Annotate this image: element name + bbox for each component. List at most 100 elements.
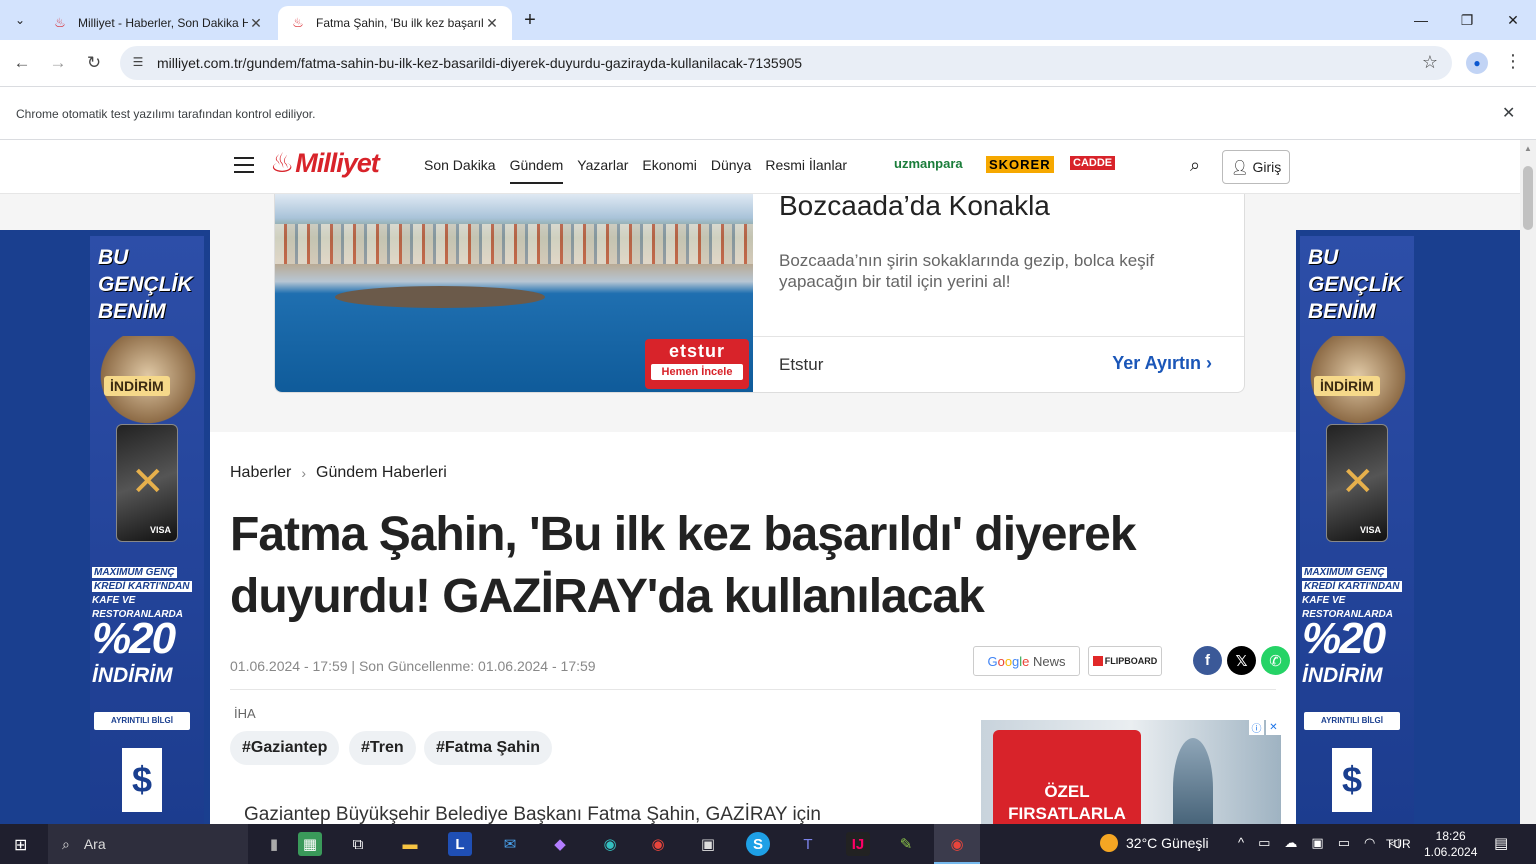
chrome-icon[interactable]: ◉ xyxy=(646,832,670,856)
breadcrumb-haberler[interactable]: Haberler xyxy=(230,464,291,482)
banner-percent: %20 xyxy=(1302,614,1386,663)
notification-icon[interactable]: ▤ xyxy=(1494,834,1508,852)
teams-icon[interactable]: T xyxy=(796,832,820,856)
banner-percent-label: İNDİRİM xyxy=(92,664,173,687)
skype-icon[interactable]: S xyxy=(746,832,770,856)
nav-son-dakika[interactable]: Son Dakika xyxy=(424,157,496,184)
whatsapp-share-icon[interactable]: ✆ xyxy=(1261,646,1290,675)
edge-icon[interactable]: ◉ xyxy=(598,832,622,856)
forward-icon[interactable]: → xyxy=(45,50,71,76)
minimize-icon[interactable]: — xyxy=(1398,0,1444,40)
nav-dunya[interactable]: Dünya xyxy=(711,157,751,184)
copilot-icon[interactable]: ◆ xyxy=(548,832,572,856)
banner-detail-button[interactable]: AYRINTILI BİLGİ xyxy=(1304,712,1400,730)
search-icon: ⌕ xyxy=(62,835,70,852)
chevron-up-icon[interactable]: ^ xyxy=(1238,835,1244,851)
ad-title[interactable]: Bozcaada’da Konakla xyxy=(779,194,1050,222)
onedrive-icon[interactable]: ☁ xyxy=(1284,835,1297,851)
scrollbar-thumb[interactable] xyxy=(1523,166,1533,230)
etstur-badge[interactable]: etstur Hemen İncele xyxy=(645,339,749,389)
adchoices[interactable]: ⓘ ✕ xyxy=(1249,720,1281,735)
page-scrollbar[interactable]: ▲ xyxy=(1520,140,1536,824)
google-news-button[interactable]: Google News xyxy=(973,646,1080,676)
mail-icon[interactable]: ✉ xyxy=(498,832,522,856)
restore-icon[interactable]: ❐ xyxy=(1444,0,1490,40)
banner-creative[interactable]: BU GENÇLİK BENİM İNDİRİM ✕ VISA MAXIMUM … xyxy=(90,236,204,824)
jetbrains-icon[interactable]: IJ xyxy=(846,832,870,856)
milliyet-logo[interactable]: ♨Milliyet xyxy=(270,148,380,179)
battery-icon[interactable]: ▭ xyxy=(1338,835,1350,851)
milliyet-favicon-icon: ♨ xyxy=(54,15,66,30)
facebook-share-icon[interactable]: f xyxy=(1193,646,1222,675)
article-date: 01.06.2024 - 17:59 | Son Güncellenme: 01… xyxy=(230,658,596,674)
x-share-icon[interactable]: 𝕏 xyxy=(1227,646,1256,675)
scroll-up-icon[interactable]: ▲ xyxy=(1524,144,1532,153)
uzmanpara-link[interactable]: uzmanpara xyxy=(894,156,963,171)
taskbar-search[interactable]: ⌕ Ara xyxy=(48,824,248,864)
flipboard-button[interactable]: FLIPBOARD xyxy=(1088,646,1162,676)
isbank-logo: $ xyxy=(122,748,162,812)
map-icon[interactable]: ▦ xyxy=(298,832,322,856)
wifi-icon[interactable]: ◠ xyxy=(1364,835,1375,851)
display-icon[interactable]: ▣ xyxy=(1311,835,1323,851)
bookmark-star-icon[interactable]: ☆ xyxy=(1422,52,1438,73)
nav-yazarlar[interactable]: Yazarlar xyxy=(577,157,628,184)
banner-detail-button[interactable]: AYRINTILI BİLGİ xyxy=(94,712,190,730)
tab-search-button[interactable]: ⌄ xyxy=(8,8,32,32)
image-editor-icon[interactable]: ✎ xyxy=(894,832,918,856)
etstur-logo: etstur xyxy=(668,341,725,361)
sidebar-display-ad[interactable]: ÖZEL FIRSATLARLA ⓘ ✕ xyxy=(981,720,1281,824)
tab-article[interactable]: ♨ Fatma Şahin, 'Bu ilk kez başarıldı' di… xyxy=(278,6,512,40)
search-icon[interactable]: ⌕ xyxy=(1190,155,1200,176)
tag-fatma-sahin[interactable]: #Fatma Şahin xyxy=(424,731,553,765)
luggage-icon[interactable]: ▮ xyxy=(262,832,286,856)
right-side-banner-ad[interactable]: BU GENÇLİK BENİM İNDİRİM ✕ VISA MAXIMUM … xyxy=(1296,230,1520,824)
tab-close-icon[interactable]: ✕ xyxy=(484,15,500,32)
reload-icon[interactable]: ↻ xyxy=(81,50,107,76)
windows-start-icon[interactable]: ⊞ xyxy=(14,835,27,855)
menu-kebab-icon[interactable]: ⋮ xyxy=(1504,51,1522,72)
flame-tower-image xyxy=(1173,738,1213,824)
left-side-banner-ad[interactable]: BU GENÇLİK BENİM İNDİRİM ✕ VISA MAXIMUM … xyxy=(0,230,210,824)
infobar-close-icon[interactable]: ✕ xyxy=(1502,103,1515,123)
meet-icon[interactable]: ▭ xyxy=(1258,835,1270,851)
banner-headline: BU GENÇLİK BENİM xyxy=(1308,246,1403,323)
site-info-icon[interactable]: ☰ xyxy=(130,55,146,71)
hamburger-menu-icon[interactable] xyxy=(234,157,254,173)
divider xyxy=(230,689,1276,690)
tag-tren[interactable]: #Tren xyxy=(349,731,416,765)
chrome-active-icon[interactable]: ◉ xyxy=(945,832,969,856)
nav-gundem[interactable]: Gündem xyxy=(509,157,564,184)
address-bar[interactable]: ☰ milliyet.com.tr/gundem/fatma-sahin-bu-… xyxy=(120,46,1452,80)
cadde-link[interactable]: CADDE xyxy=(1070,156,1116,170)
tag-gaziantep[interactable]: #Gaziantep xyxy=(230,731,340,765)
top-display-ad[interactable]: etstur Hemen İncele Bozcaada’da Konakla … xyxy=(274,194,1245,393)
bozcaada-photo: etstur Hemen İncele xyxy=(275,194,753,392)
ad-cta-button[interactable]: Yer Ayırtın › xyxy=(1112,353,1212,374)
nav-ekonomi[interactable]: Ekonomi xyxy=(642,157,696,184)
article-headline: Fatma Şahin, 'Bu ilk kez başarıldı' diye… xyxy=(230,508,1137,623)
flame-icon: ♨ xyxy=(270,148,294,178)
back-icon[interactable]: ← xyxy=(9,50,35,76)
language-indicator[interactable]: TUR xyxy=(1386,837,1411,851)
clock[interactable]: 18:26 1.06.2024 xyxy=(1424,828,1477,860)
store-icon[interactable]: ▣ xyxy=(696,832,720,856)
breadcrumb-gundem[interactable]: Gündem Haberleri xyxy=(316,464,447,482)
window-close-icon[interactable]: ✕ xyxy=(1490,0,1536,40)
new-tab-button[interactable]: + xyxy=(518,9,542,33)
l-app-icon[interactable]: L xyxy=(448,832,472,856)
task-view-icon[interactable]: ⧉ xyxy=(346,832,370,856)
profile-avatar-icon[interactable]: ● xyxy=(1466,52,1488,74)
weather-widget[interactable]: 32°C Güneşli xyxy=(1100,834,1209,852)
file-explorer-icon[interactable]: ▬ xyxy=(398,832,422,856)
hemen-incele-button[interactable]: Hemen İncele xyxy=(651,364,743,380)
login-button[interactable]: 👤︎ Giriş xyxy=(1222,150,1290,184)
skorer-link[interactable]: SKORER xyxy=(986,156,1054,173)
tab-close-icon[interactable]: ✕ xyxy=(248,15,264,32)
tab-milliyet-home[interactable]: ♨ Milliyet - Haberler, Son Dakika Haberl… xyxy=(40,6,276,40)
article-body: Gaziantep Büyükşehir Belediye Başkanı Fa… xyxy=(244,804,821,824)
nav-resmi-ilanlar[interactable]: Resmi İlanlar xyxy=(765,157,847,184)
url-text[interactable]: milliyet.com.tr/gundem/fatma-sahin-bu-il… xyxy=(157,55,802,71)
banner-percent-label: İNDİRİM xyxy=(1302,664,1383,687)
banner-creative[interactable]: BU GENÇLİK BENİM İNDİRİM ✕ VISA MAXIMUM … xyxy=(1300,236,1414,824)
